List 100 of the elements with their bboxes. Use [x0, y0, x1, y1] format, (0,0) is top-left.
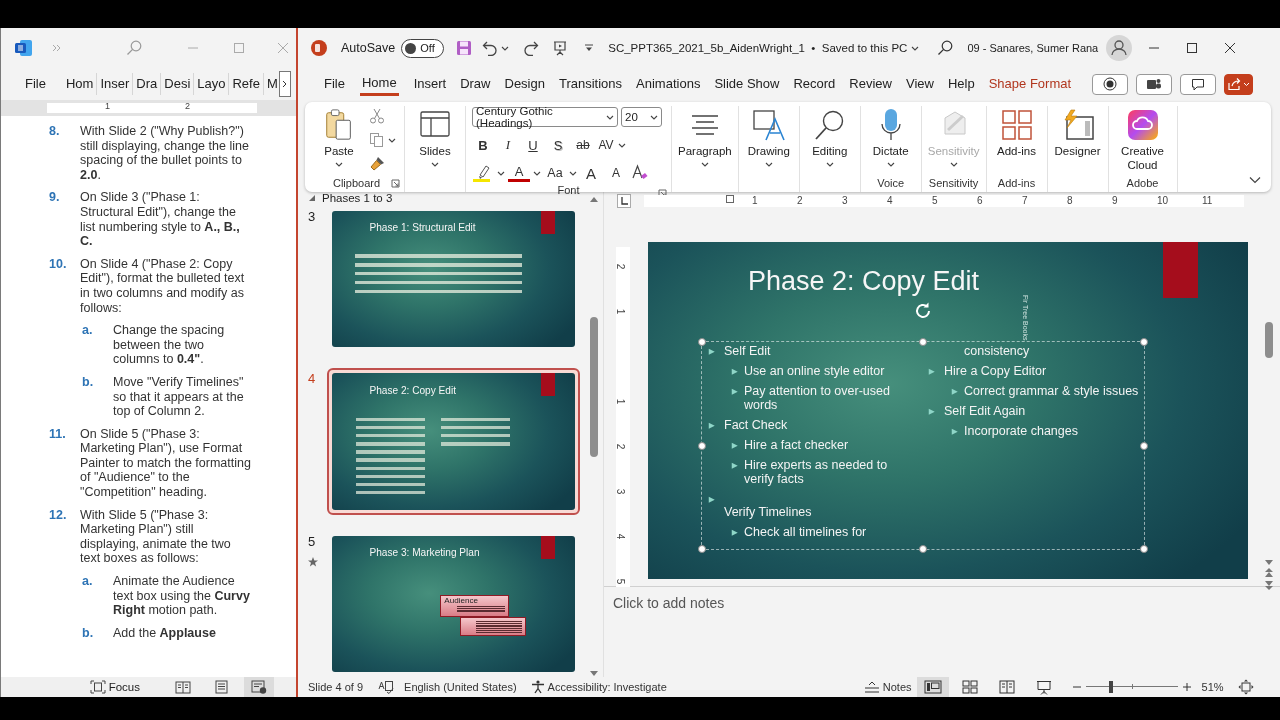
list-number: 12.	[49, 507, 68, 524]
ribbon-tab[interactable]: Draw	[453, 72, 498, 96]
ribbon-tab[interactable]: Transitions	[551, 72, 630, 96]
ribbon-button[interactable]: Drawing	[742, 106, 795, 172]
ruler-number: 8	[1067, 195, 1073, 206]
group-label: Font	[557, 184, 580, 196]
bullet-text: Self Edit	[724, 345, 772, 359]
ribbon-tab[interactable]: Refe	[229, 73, 264, 95]
autosave-toggle[interactable]: Off	[401, 38, 445, 58]
list-number: 8.	[49, 124, 61, 140]
font-name-dropdown[interactable]: Century Gothic (Headings)	[472, 107, 618, 127]
ribbon-tab[interactable]: File	[22, 73, 49, 95]
group-label: Add-ins	[997, 177, 1036, 189]
instruction-text: Animate the Audience text box using the Curvy Right motion path.	[113, 574, 251, 618]
ruler-number: 2	[797, 195, 803, 206]
ribbon-button[interactable]: Dictate	[864, 106, 917, 172]
notes-field[interactable]: Click to add notes	[613, 595, 725, 611]
instruction-text: With Slide 5 ("Phase 3: Marketing Plan") still displaying, animate the two text boxes as follows:	[80, 507, 232, 567]
slide-number: 4	[308, 371, 316, 387]
ruler-number: 1	[615, 398, 627, 405]
ruler-number: 4	[887, 195, 893, 206]
ribbon-button[interactable]: Slides	[409, 106, 461, 172]
font-color-button[interactable]: A	[508, 164, 530, 182]
underline-button[interactable]: U	[522, 135, 544, 155]
ruler-number: 2	[615, 443, 627, 450]
italic-button[interactable]: I	[497, 135, 519, 155]
ribbon-tab[interactable]: View	[899, 72, 941, 96]
notes-button[interactable]: Notes	[863, 681, 912, 693]
instruction-text: Add the Applause	[113, 625, 217, 641]
bullet-text: Incorporate changes	[964, 425, 1079, 439]
ribbon-tab[interactable]: Insert	[406, 72, 454, 96]
font-size-dropdown[interactable]: 20	[621, 107, 662, 127]
group-label: Sensitivity	[928, 177, 979, 189]
ribbon-tab[interactable]: Dra	[133, 73, 162, 95]
list-number: b.	[82, 625, 95, 641]
ribbon-button[interactable]: Designer	[1051, 106, 1104, 172]
ribbon-button[interactable]: Paste	[313, 106, 365, 172]
instruction-text: On Slide 5 ("Phase 3: Marketing Plan"), use Format Painter to match the formatting of "Audience" to the "Competition" heading.	[80, 426, 252, 500]
shadow-button[interactable]: S	[547, 135, 569, 155]
user-name[interactable]: 09 - Sanares, Sumer Rana	[967, 42, 1099, 54]
bullet-text: Check all timelines for	[744, 526, 868, 540]
ribbon-tab[interactable]: Desi	[161, 73, 195, 95]
group-label: Voice	[877, 177, 905, 189]
list-number: b.	[82, 374, 95, 391]
focus-button[interactable]: Focus	[89, 680, 140, 694]
accessibility-button[interactable]: Accessibility: Investigate	[530, 680, 667, 694]
ruler-number: 11	[1202, 195, 1213, 206]
slide-counter: Slide 4 of 9	[308, 681, 364, 693]
ruler-number: 2	[615, 263, 627, 270]
bullet-text: Pay attention to over-used words	[744, 385, 891, 413]
ribbon-tab[interactable]: Home	[359, 72, 399, 96]
document-title[interactable]: SC_PPT365_2021_5b_AidenWright_1 • Saved to this PC	[608, 42, 908, 54]
list-number: a.	[82, 323, 94, 340]
list-number: 9.	[49, 190, 61, 207]
ribbon-tab[interactable]: Animations	[629, 72, 708, 96]
text-box: Audience	[440, 595, 509, 617]
instruction-text: With Slide 2 ("Why Publish?") still displaying, change the line spacing of the bullet points to 2.0.	[80, 124, 250, 183]
ribbon-tab[interactable]: Shape Format	[981, 72, 1079, 96]
ribbon-tab[interactable]: Record	[786, 72, 843, 96]
ribbon-button[interactable]: Editing	[803, 106, 856, 172]
instruction-text: On Slide 4 ("Phase 2: Copy Edit"), format the bulleted text in two columns and modify as follows:	[80, 256, 246, 316]
ribbon-tab[interactable]: Design	[497, 72, 552, 96]
bullet-text: Hire a Copy Editor	[944, 365, 1048, 379]
grow-font-button[interactable]: A	[580, 163, 602, 183]
instruction-text: Change the spacing between the two columns to 0.4".	[113, 323, 226, 367]
ribbon-tab[interactable]: File	[317, 72, 352, 96]
ribbon-tab[interactable]: Inser	[97, 73, 134, 95]
ribbon-button[interactable]: Add-ins	[990, 106, 1043, 172]
bullet-text: Correct grammar & style issues	[964, 385, 1140, 399]
zoom-level[interactable]: 51%	[1201, 681, 1224, 693]
ribbon-tab[interactable]: Slide Show	[707, 72, 787, 96]
list-number: 10.	[49, 256, 68, 273]
bold-button[interactable]: B	[472, 135, 494, 155]
ruler-number: 1	[105, 101, 110, 111]
ribbon-tab[interactable]: Hom	[62, 73, 98, 95]
ruler-number: 9	[1112, 195, 1118, 206]
change-case-button[interactable]: Aa	[544, 163, 566, 183]
strikethrough-button[interactable]: ab	[572, 135, 594, 155]
slide-thumbnail[interactable]: Phase 2: Copy Edit	[327, 368, 580, 515]
ruler-number: 7	[1022, 195, 1028, 206]
bullet-text: Fact Check	[724, 418, 789, 433]
ribbon-tab[interactable]: Review	[842, 72, 899, 96]
ruler-number: 1	[615, 308, 627, 315]
ribbon-button[interactable]: Creative Cloud	[1112, 106, 1173, 172]
thumbnail-title: Phase 2: Copy Edit	[369, 384, 456, 396]
ribbon-tab[interactable]: M	[263, 73, 281, 95]
ribbon-tab[interactable]: Layo	[194, 73, 230, 95]
slide-number: 5	[308, 533, 316, 549]
ribbon-tab[interactable]: Help	[940, 72, 982, 96]
character-spacing-button[interactable]: AV	[597, 135, 615, 155]
list-number: 11.	[49, 426, 67, 443]
ruler-number: 3	[615, 488, 627, 495]
language-status[interactable]: English (United States)	[404, 681, 517, 693]
thumbnail-title: Phase 1: Structural Edit	[369, 222, 476, 234]
ruler-number: 2	[185, 101, 190, 111]
ribbon-button[interactable]: Paragraph	[676, 106, 734, 172]
shrink-font-button[interactable]: A	[605, 163, 627, 183]
list-number: a.	[82, 574, 94, 591]
ruler-number: 5	[932, 195, 938, 206]
section-header[interactable]: Phases 1 to 3	[322, 192, 393, 204]
